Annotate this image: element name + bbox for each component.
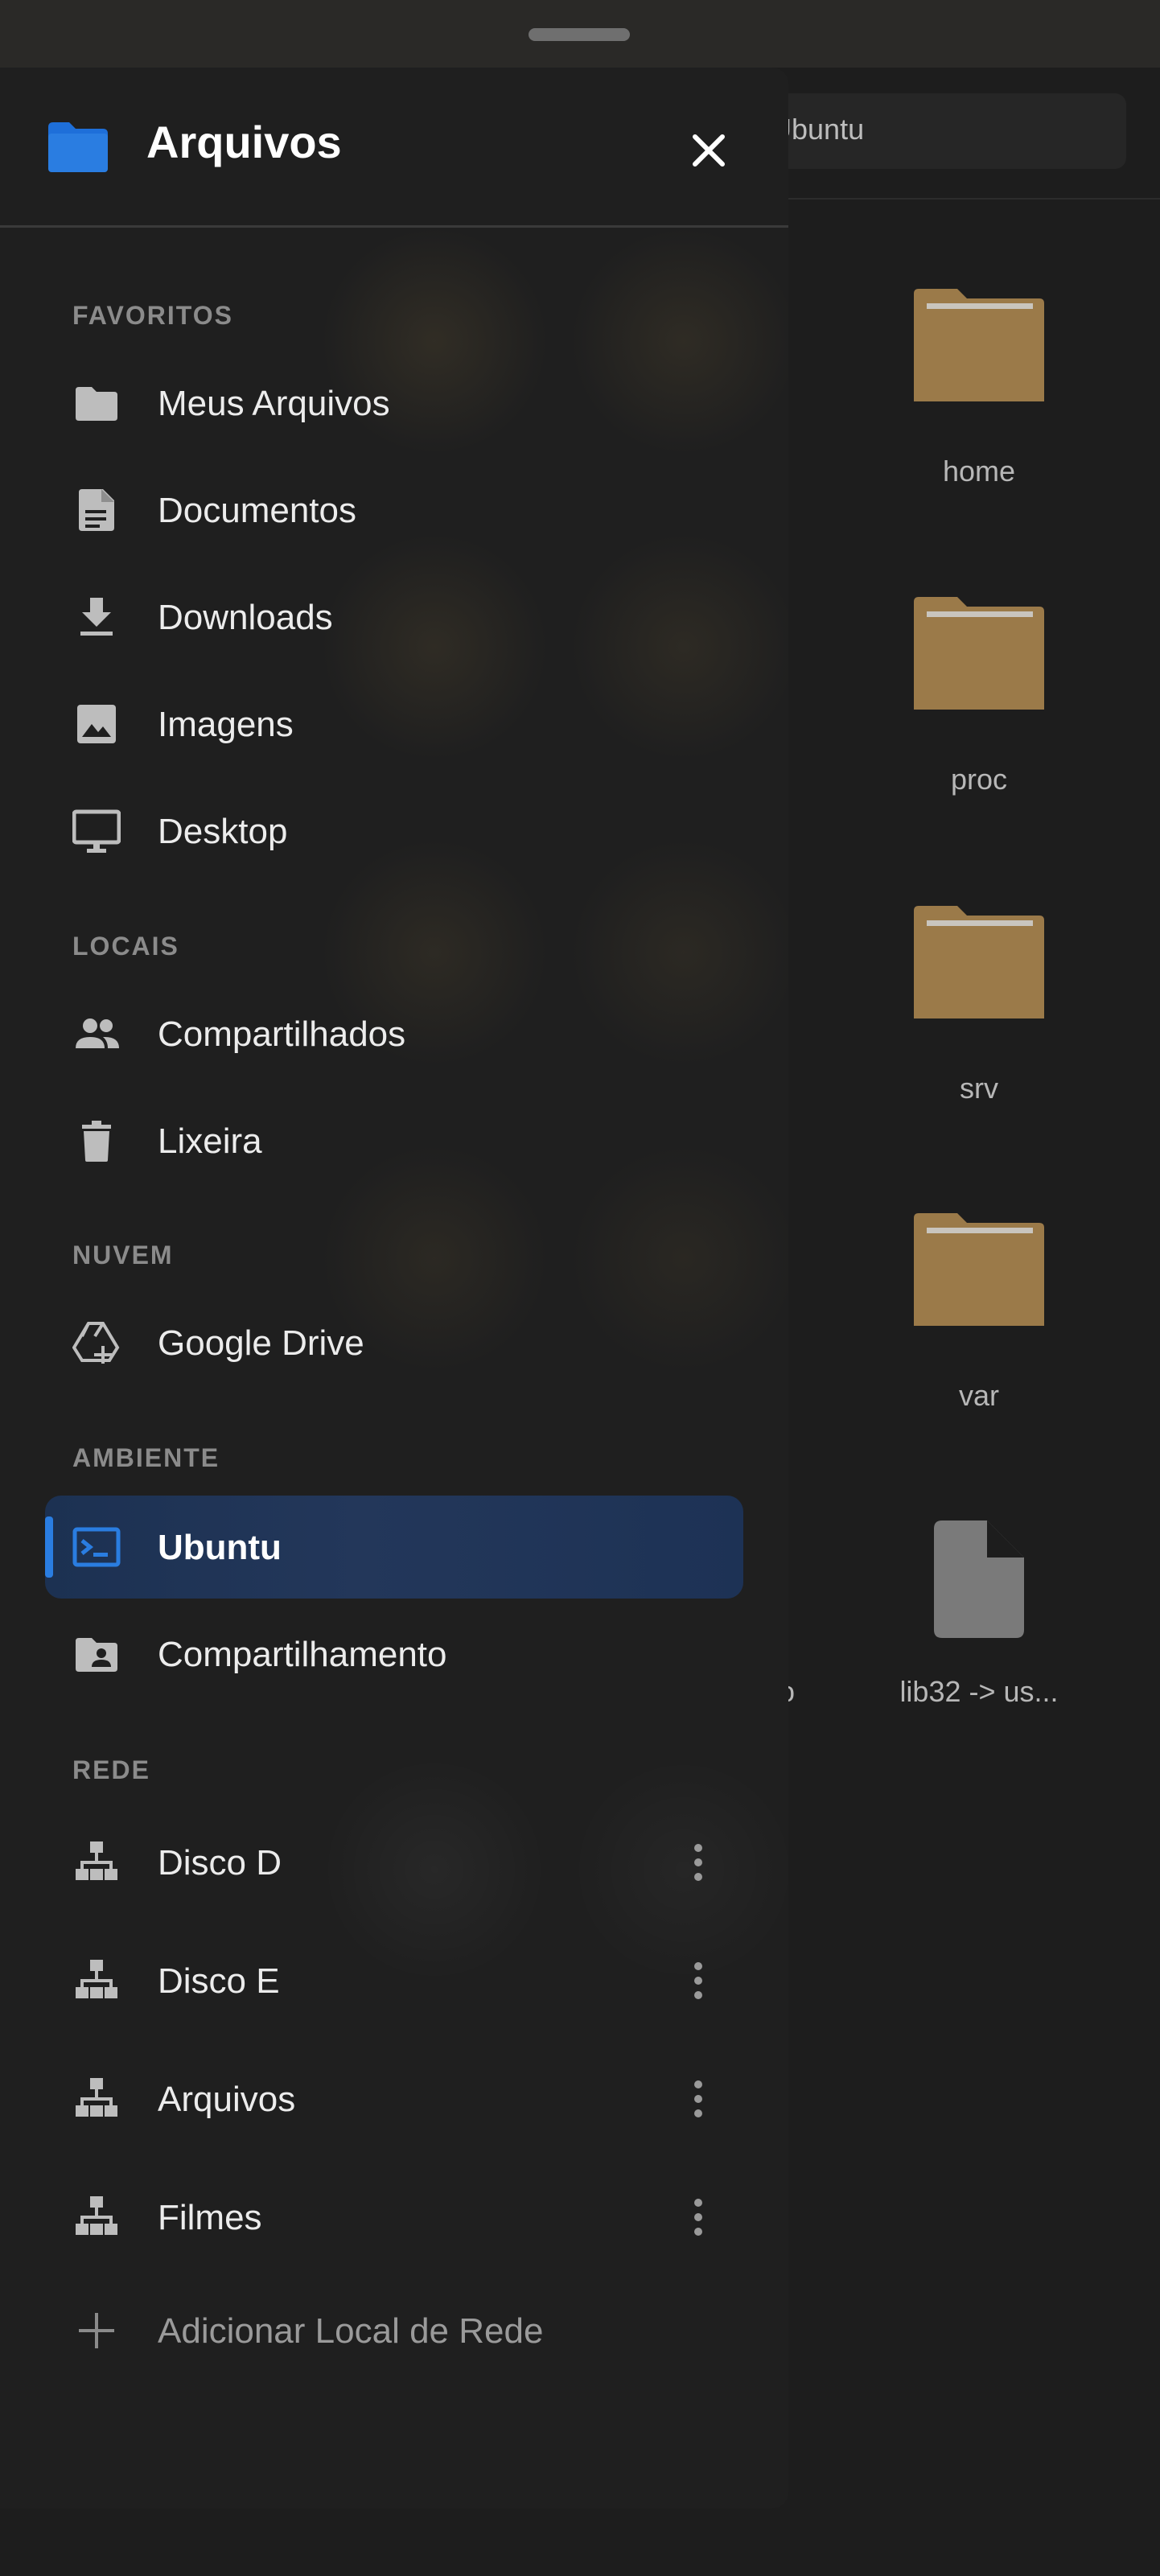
grid-item-var[interactable]: var: [874, 1210, 1084, 1419]
section-cloud: NUVEM: [72, 1241, 174, 1269]
nav-item-label: Meus Arquivos: [158, 384, 390, 423]
nav-item-label: Disco E: [158, 1961, 280, 2001]
image-icon: [77, 705, 116, 743]
grid-item-srv[interactable]: srv: [874, 903, 1084, 1112]
plus-icon: [79, 2313, 114, 2348]
folder-icon: [914, 906, 1044, 1018]
nav-item-label: Google Drive: [158, 1323, 364, 1363]
monitor-icon: [72, 809, 121, 853]
nav-item-label: Lixeira: [158, 1121, 262, 1161]
folder-icon: [914, 1213, 1044, 1326]
section-favorites: FAVORITOS: [72, 301, 233, 330]
section-local: LOCAIS: [72, 932, 179, 961]
more-options-icon[interactable]: [676, 2193, 721, 2241]
nav-item-imagens[interactable]: Imagens: [45, 673, 743, 776]
section-environment: AMBIENTE: [72, 1443, 220, 1472]
more-options-icon[interactable]: [676, 1957, 721, 2005]
nav-item-downloads[interactable]: Downloads: [45, 566, 743, 669]
nav-item-disco-d[interactable]: Disco D: [45, 1811, 743, 1914]
nav-item-compartilhamento[interactable]: Compartilhamento: [45, 1603, 743, 1706]
trash-icon: [82, 1121, 111, 1162]
grid-item-label: home: [942, 455, 1016, 488]
nav-item-label: Imagens: [158, 705, 294, 744]
more-options-icon[interactable]: [676, 1838, 721, 1887]
background-divider: [772, 198, 1160, 200]
nav-item-documentos[interactable]: Documentos: [45, 459, 743, 562]
grid-item-label: var: [958, 1379, 999, 1412]
nav-item-label: Documentos: [158, 491, 357, 530]
nav-item-label: Downloads: [158, 598, 333, 637]
active-indicator: [45, 1516, 53, 1578]
nav-item-meus-arquivos[interactable]: Meus Arquivos: [45, 352, 743, 455]
grid-item-home[interactable]: home: [874, 286, 1084, 495]
nav-item-label: Filmes: [158, 2198, 262, 2237]
folder-icon: [48, 122, 108, 172]
people-icon: [76, 1018, 119, 1048]
grid-item-proc[interactable]: proc: [874, 594, 1084, 803]
download-icon: [80, 598, 113, 636]
nav-item-label: Ubuntu: [158, 1528, 282, 1567]
shared-folder-icon: [76, 1638, 117, 1672]
nav-item-disco-e[interactable]: Disco E: [45, 1929, 743, 2032]
more-options-icon[interactable]: [676, 2075, 721, 2123]
drag-handle[interactable]: [529, 28, 630, 41]
grid-item-label: lib32 -> us...: [899, 1675, 1059, 1708]
close-icon[interactable]: [677, 119, 740, 182]
nav-item-compartilhados[interactable]: Compartilhados: [45, 982, 743, 1085]
folder-icon: [914, 597, 1044, 710]
nav-item-ubuntu[interactable]: Ubuntu: [45, 1496, 743, 1599]
network-icon: [76, 1960, 117, 1998]
drawer-title: Arquivos: [146, 117, 342, 167]
nav-item-google-drive[interactable]: Google Drive: [45, 1291, 743, 1394]
navigation-drawer: Arquivos FAVORITOS Meus Arquivos Documen…: [0, 68, 788, 2508]
terminal-icon: [72, 1527, 121, 1567]
network-icon: [76, 2078, 117, 2117]
section-network: REDE: [72, 1755, 150, 1784]
file-icon: [934, 1520, 1024, 1638]
folder-icon: [76, 387, 117, 421]
drive-add-icon: [72, 1322, 120, 1364]
nav-item-lixeira[interactable]: Lixeira: [45, 1089, 743, 1192]
nav-item-label: Disco D: [158, 1843, 282, 1883]
document-icon: [79, 489, 114, 531]
header-divider: [0, 225, 788, 228]
add-network-location-button[interactable]: Adicionar Local de Rede: [45, 2279, 743, 2382]
nav-item-filmes[interactable]: Filmes: [45, 2166, 743, 2269]
grid-item-label: srv: [960, 1072, 998, 1105]
drawer-header: Arquivos: [0, 68, 788, 225]
nav-item-desktop[interactable]: Desktop: [45, 780, 743, 883]
network-icon: [76, 2196, 117, 2235]
grid-item-label: proc: [950, 763, 1008, 796]
nav-item-label: Arquivos: [158, 2080, 296, 2119]
nav-item-arquivos-rede[interactable]: Arquivos: [45, 2047, 743, 2150]
top-bar: [0, 0, 1160, 68]
nav-item-label: Compartilhamento: [158, 1635, 447, 1674]
folder-icon: [914, 289, 1044, 401]
nav-item-label: Desktop: [158, 812, 288, 851]
nav-item-label: Compartilhados: [158, 1014, 406, 1054]
add-network-label: Adicionar Local de Rede: [158, 2311, 544, 2351]
network-icon: [76, 1841, 117, 1880]
grid-item-lib32[interactable]: lib32 -> us...: [874, 1520, 1084, 1730]
